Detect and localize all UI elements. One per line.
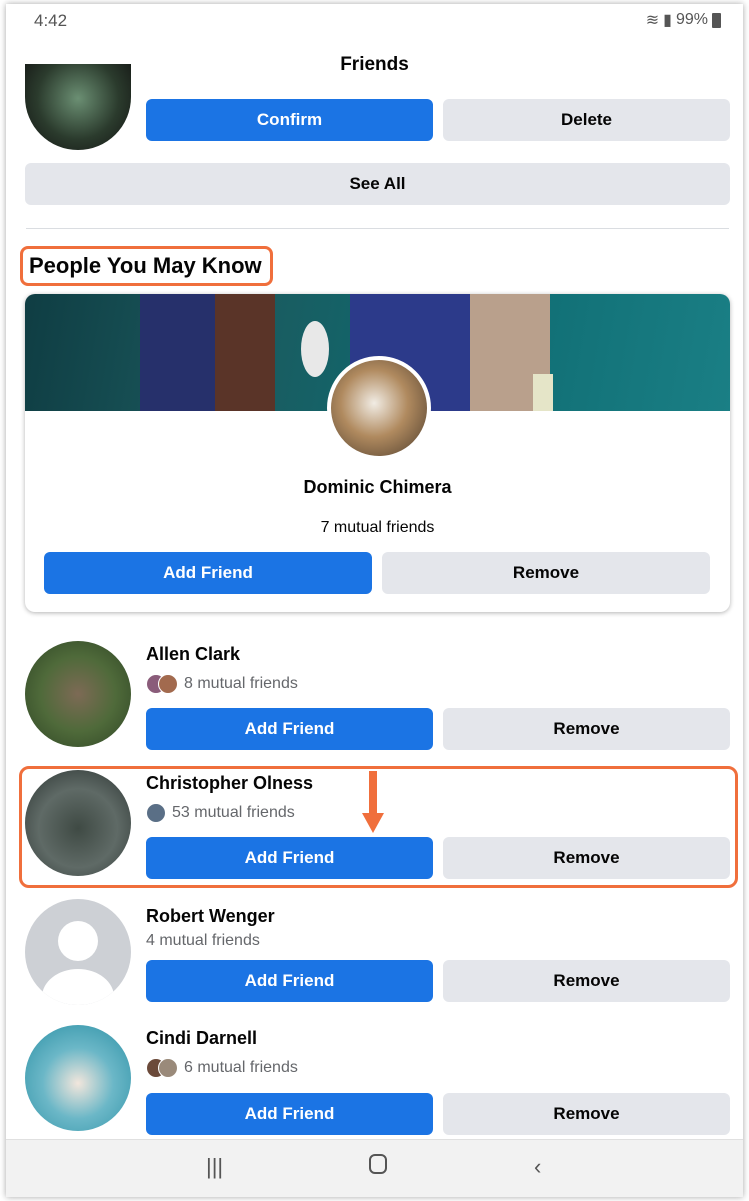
- mutual-friends-count: 53 mutual friends: [172, 804, 295, 821]
- remove-button[interactable]: Remove: [443, 960, 730, 1002]
- confirm-button[interactable]: Confirm: [146, 99, 433, 141]
- person-name[interactable]: Christopher Olness: [146, 773, 313, 794]
- down-arrow-icon: [362, 771, 384, 833]
- person-avatar[interactable]: [25, 641, 131, 747]
- default-profile-avatar[interactable]: [25, 899, 131, 1005]
- featured-mutual-friends: 7 mutual friends: [320, 519, 435, 536]
- person-avatar[interactable]: [25, 1025, 131, 1131]
- mutual-friends-row: 4 mutual friends: [146, 932, 260, 950]
- mutual-friend-avatar: [158, 674, 178, 694]
- featured-add-friend-button[interactable]: Add Friend: [44, 552, 372, 594]
- remove-button[interactable]: Remove: [443, 708, 730, 750]
- battery-icon: [712, 12, 721, 28]
- wifi-icon: ≋: [645, 12, 660, 29]
- status-bar: 4:42 ≋ ▮ 99%: [6, 4, 743, 36]
- mutual-friends-row: 6 mutual friends: [146, 1058, 298, 1078]
- person-name[interactable]: Cindi Darnell: [146, 1028, 257, 1049]
- back-icon[interactable]: ‹: [534, 1154, 541, 1180]
- see-all-button[interactable]: See All: [25, 163, 730, 205]
- section-title: People You May Know: [20, 246, 273, 286]
- home-icon[interactable]: [368, 1152, 388, 1182]
- featured-suggestion-card: Dominic Chimera 7 mutual friends Add Fri…: [25, 294, 730, 612]
- featured-avatar[interactable]: [327, 356, 431, 460]
- delete-button[interactable]: Delete: [443, 99, 730, 141]
- mutual-friend-avatar: [158, 1058, 178, 1078]
- mutual-friends-count: 6 mutual friends: [184, 1059, 298, 1076]
- add-friend-button[interactable]: Add Friend: [146, 1093, 433, 1135]
- request-avatar[interactable]: [25, 64, 131, 150]
- add-friend-button[interactable]: Add Friend: [146, 837, 433, 879]
- remove-button[interactable]: Remove: [443, 837, 730, 879]
- app-frame: 4:42 ≋ ▮ 99% ← Friends Confirm Delete Se…: [6, 4, 743, 1197]
- person-name[interactable]: Allen Clark: [146, 644, 240, 665]
- person-avatar[interactable]: [25, 770, 131, 876]
- signal-icon: ▮: [663, 12, 672, 29]
- system-navigation-bar: ||| ‹: [6, 1139, 743, 1197]
- mutual-friends-count: 8 mutual friends: [184, 675, 298, 692]
- featured-remove-button[interactable]: Remove: [382, 552, 710, 594]
- featured-name[interactable]: Dominic Chimera: [25, 477, 730, 498]
- add-friend-button[interactable]: Add Friend: [146, 708, 433, 750]
- battery-level: 99%: [675, 11, 708, 28]
- home-icon-graphic: [369, 1154, 387, 1174]
- add-friend-button[interactable]: Add Friend: [146, 960, 433, 1002]
- status-time: 4:42: [34, 11, 68, 30]
- recent-apps-icon[interactable]: |||: [206, 1154, 223, 1180]
- person-name[interactable]: Robert Wenger: [146, 906, 275, 927]
- remove-button[interactable]: Remove: [443, 1093, 730, 1135]
- section-divider: [26, 228, 729, 229]
- mutual-friend-avatar: [146, 803, 166, 823]
- status-indicators: ≋ ▮ 99%: [646, 10, 721, 30]
- mutual-friends-count: 4 mutual friends: [146, 932, 260, 949]
- mutual-friends-row: 8 mutual friends: [146, 674, 298, 694]
- mutual-friends-row: 53 mutual friends: [146, 803, 295, 823]
- profile-silhouette-icon: [42, 921, 114, 1005]
